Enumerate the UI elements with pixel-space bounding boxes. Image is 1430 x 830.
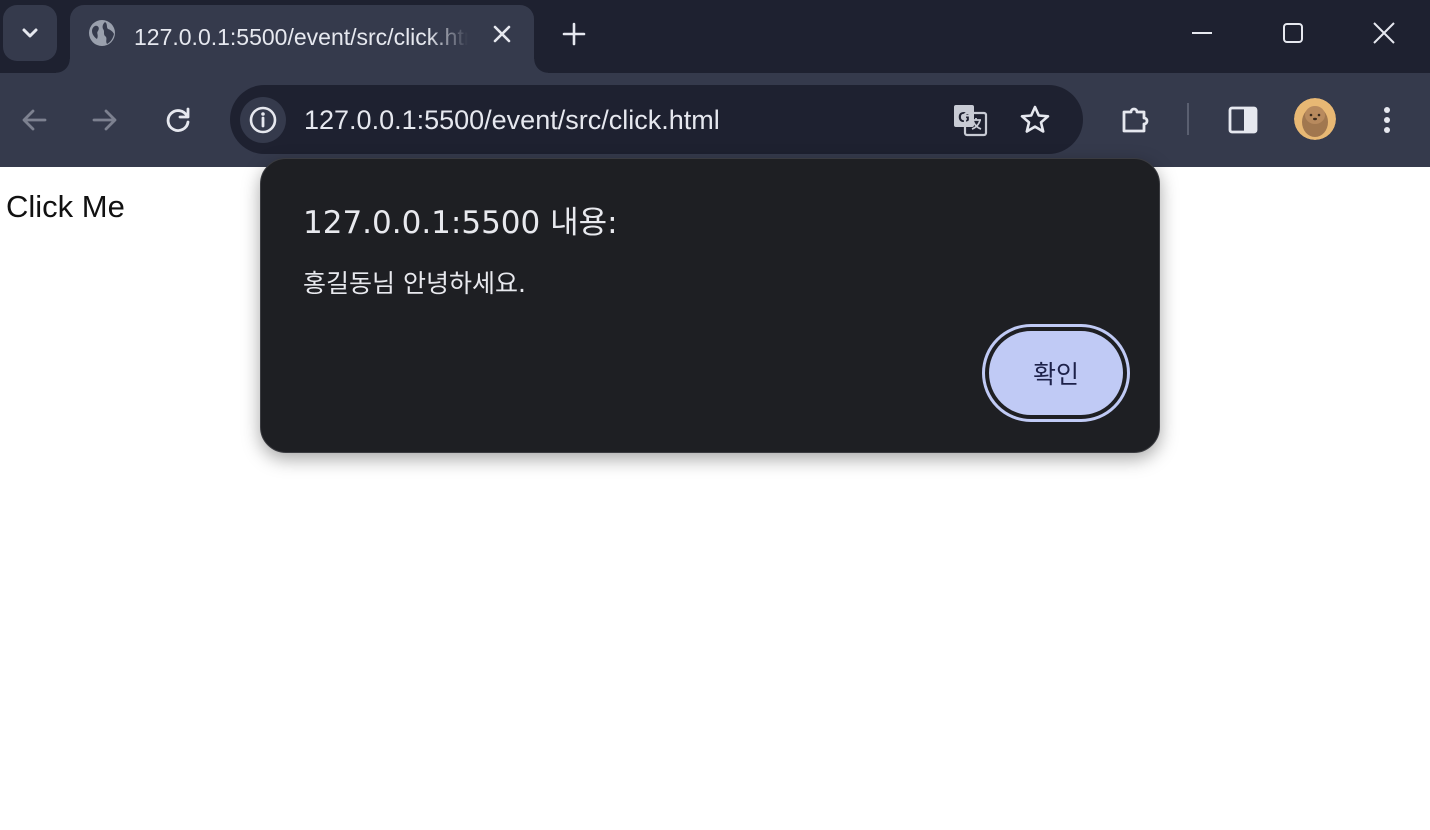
puzzle-icon bbox=[1122, 107, 1149, 133]
alert-dialog: 127.0.0.1:5500 내용: 홍길동님 안녕하세요. 확인 bbox=[260, 158, 1160, 453]
dialog-title: 127.0.0.1:5500 내용: bbox=[303, 205, 618, 241]
forward-arrow-icon bbox=[92, 109, 117, 131]
globe-icon bbox=[89, 20, 115, 46]
dialog-message: 홍길동님 안녕하세요. bbox=[303, 269, 526, 298]
translate-button[interactable]: G bbox=[947, 97, 993, 143]
back-button[interactable] bbox=[11, 97, 57, 143]
ok-button[interactable]: 확인 bbox=[985, 327, 1127, 419]
tab-close-button[interactable] bbox=[488, 20, 516, 48]
tab-search-button[interactable] bbox=[3, 5, 57, 61]
reload-button[interactable] bbox=[155, 97, 201, 143]
chevron-down-icon bbox=[22, 28, 38, 38]
click-me-text[interactable]: Click Me bbox=[6, 187, 125, 227]
kebab-menu-icon bbox=[1384, 107, 1390, 133]
toolbar: 127.0.0.1:5500/event/src/click.html G bbox=[0, 73, 1430, 167]
profile-avatar-icon bbox=[1294, 98, 1336, 140]
menu-button[interactable] bbox=[1364, 97, 1410, 143]
avatar[interactable] bbox=[1294, 98, 1336, 140]
url-text[interactable]: 127.0.0.1:5500/event/src/click.html bbox=[304, 100, 720, 140]
close-window-button[interactable] bbox=[1361, 10, 1407, 56]
plus-icon bbox=[562, 22, 586, 46]
tab-active[interactable]: 127.0.0.1:5500/event/src/click.html bbox=[56, 5, 548, 73]
new-tab-button[interactable] bbox=[556, 16, 592, 52]
info-icon bbox=[249, 106, 277, 134]
close-icon bbox=[493, 25, 511, 43]
site-info-button[interactable] bbox=[240, 97, 286, 143]
back-arrow-icon bbox=[22, 109, 47, 131]
side-panel-button[interactable] bbox=[1220, 97, 1266, 143]
bookmark-button[interactable] bbox=[1012, 97, 1058, 143]
address-bar[interactable]: 127.0.0.1:5500/event/src/click.html G bbox=[230, 85, 1083, 154]
side-panel-icon bbox=[1228, 106, 1258, 134]
extensions-button[interactable] bbox=[1113, 97, 1159, 143]
tab-title: 127.0.0.1:5500/event/src/click.html bbox=[134, 24, 468, 50]
maximize-icon bbox=[1283, 23, 1303, 43]
reload-icon bbox=[166, 107, 190, 132]
forward-button[interactable] bbox=[82, 97, 128, 143]
translate-icon: G bbox=[954, 105, 988, 137]
tab-strip: 127.0.0.1:5500/event/src/click.html bbox=[0, 0, 1430, 73]
close-icon bbox=[1373, 22, 1395, 44]
star-icon bbox=[1020, 105, 1050, 133]
toolbar-divider bbox=[1187, 103, 1189, 135]
maximize-button[interactable] bbox=[1270, 10, 1316, 56]
minimize-button[interactable] bbox=[1179, 10, 1225, 56]
minimize-icon bbox=[1192, 32, 1212, 34]
